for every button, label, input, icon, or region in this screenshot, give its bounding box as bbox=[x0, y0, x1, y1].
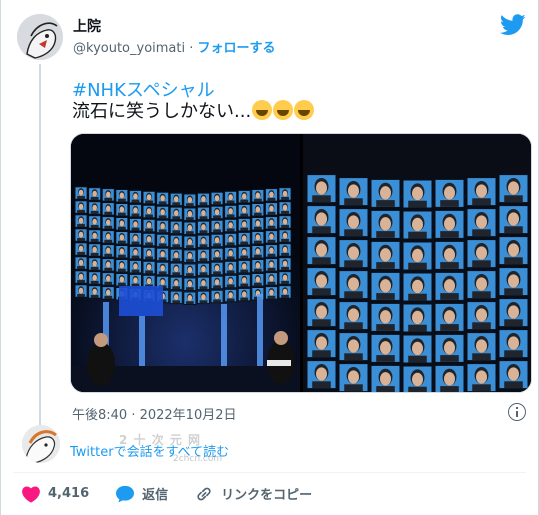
heart-icon bbox=[22, 486, 40, 503]
tweet-timestamp[interactable]: 午後8:40 · 2022年10月2日 bbox=[72, 404, 237, 423]
author-handle-row: @kyouto_yoimati · フォローする bbox=[73, 37, 276, 56]
reply-label: 返信 bbox=[142, 488, 169, 503]
tweet-media-grid bbox=[70, 133, 532, 393]
link-icon bbox=[197, 487, 211, 500]
like-count: 4,416 bbox=[48, 486, 90, 501]
read-conversation-link[interactable]: Twitterで会話をすべて読む bbox=[70, 441, 229, 460]
reply-button[interactable]: 返信 bbox=[115, 484, 168, 503]
follow-button[interactable]: フォローする bbox=[198, 41, 276, 56]
author-handle[interactable]: @kyouto_yoimati bbox=[73, 41, 185, 56]
rofl-emoji-icon bbox=[273, 100, 294, 120]
rofl-emoji-icon bbox=[294, 100, 315, 120]
handle-separator: · bbox=[185, 41, 198, 56]
tweet-text: 流石に笑うしかない... bbox=[72, 97, 315, 123]
tweet-body: 流石に笑うしかない... bbox=[72, 101, 252, 122]
reader-avatar bbox=[22, 425, 60, 463]
tweet-actions: 4,416 返信 リンクをコピー bbox=[21, 484, 338, 503]
copy-link-button[interactable]: リンクをコピー bbox=[194, 484, 312, 503]
twitter-bird-icon[interactable] bbox=[500, 14, 526, 36]
author-avatar[interactable] bbox=[17, 14, 63, 60]
reply-icon bbox=[116, 485, 135, 502]
tweet-photo-1[interactable] bbox=[71, 134, 300, 392]
like-button[interactable]: 4,416 bbox=[21, 485, 89, 503]
copy-link-label: リンクをコピー bbox=[221, 488, 313, 503]
tweet-photo-2[interactable] bbox=[303, 134, 531, 392]
thread-connector-line bbox=[39, 64, 41, 430]
action-divider bbox=[13, 472, 526, 473]
author-display-name[interactable]: 上院 bbox=[73, 16, 101, 36]
info-icon[interactable] bbox=[508, 403, 526, 421]
embedded-tweet-card: 上院 @kyouto_yoimati · フォローする #NHKスペシャル 流石… bbox=[0, 0, 539, 515]
rofl-emoji-icon bbox=[252, 100, 273, 120]
